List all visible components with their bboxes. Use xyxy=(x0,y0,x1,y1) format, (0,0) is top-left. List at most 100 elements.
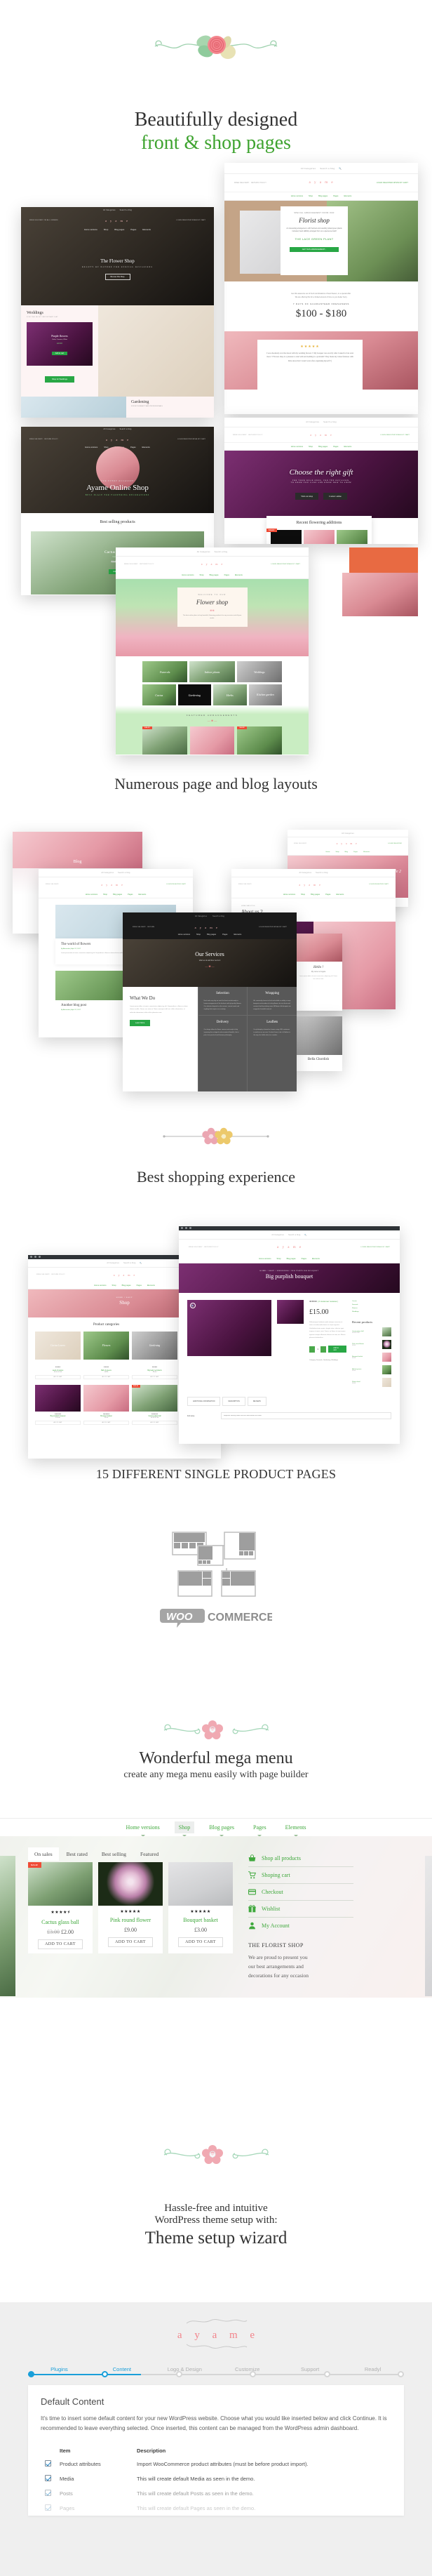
learn-more-button[interactable]: Learn More xyxy=(130,1020,151,1027)
product-tab-1[interactable]: DESCRIPTION xyxy=(222,1397,245,1407)
product-card[interactable]: SALE! ★★★★⯨ Cactus glass ball £3.00 £2.0… xyxy=(28,1862,93,1954)
mockup-person-card-2[interactable]: Bella Chordish xyxy=(295,1016,342,1071)
row-checkbox-media[interactable] xyxy=(45,2475,51,2481)
about-hello: Hello ! xyxy=(313,966,324,969)
mockup-person-card-1[interactable]: Hello ! My name is Angela Lorem ipsum do… xyxy=(295,934,342,1011)
megamenu-link-checkout[interactable]: Checkout xyxy=(248,1884,353,1901)
megamenu-nav-3[interactable]: Pages xyxy=(249,1821,271,1837)
megamenu-link-wishlist[interactable]: Wishlist xyxy=(248,1901,353,1918)
wizard-dot-ready[interactable] xyxy=(397,2371,404,2377)
front1-top-right: LOGIN REGISTER WISHLIST CART xyxy=(176,220,205,221)
wizard-dot-customize[interactable] xyxy=(250,2371,257,2377)
wizard-heading-line3: Theme setup wizard xyxy=(144,2228,288,2248)
product-card[interactable]: ★★★★★ Bouquet basket £3.00 ADD TO CART xyxy=(168,1862,233,1954)
add-to-cart-button[interactable]: ADD TO CART xyxy=(108,1937,153,1948)
svg-text:WOO: WOO xyxy=(166,1611,193,1623)
megamenu-right-photo-edge xyxy=(425,1856,432,1996)
front4-btn1[interactable]: Visit our shop xyxy=(295,492,319,500)
front4-btn2[interactable]: Contact online xyxy=(323,492,347,500)
row-checkbox-product-attributes[interactable] xyxy=(45,2460,51,2467)
product-tab-2[interactable]: REVIEWS xyxy=(247,1397,266,1407)
front4-script: Choose the right gift xyxy=(289,467,353,477)
user-icon xyxy=(249,1922,255,1930)
mockup-single-product[interactable]: All Categories Search a blog 🔍 FREE DELIVE… xyxy=(179,1226,400,1444)
front3-title: Ayame Online Shop xyxy=(86,484,149,493)
front2-cta[interactable]: GET THIS ARRANGEMENT ↓ xyxy=(289,247,339,253)
mockup-services-page[interactable]: All Categories Search a blog FREE DELIVE… xyxy=(123,912,297,1091)
front1-hero-button[interactable]: Browse The Shop xyxy=(104,273,130,280)
megamenu-link-shopping-cart[interactable]: Shoping cart xyxy=(248,1867,353,1884)
vine-flower-divider-ornament-2 xyxy=(163,2145,269,2164)
table-row[interactable]: Media This will create default Media as … xyxy=(41,2471,391,2486)
shop-cat-1[interactable]: Flowers xyxy=(83,1332,129,1360)
megamenu-nav-0[interactable]: Home versions xyxy=(122,1821,164,1837)
row-checkbox-pages[interactable] xyxy=(45,2504,51,2511)
services-title: Our Services xyxy=(195,951,224,957)
table-row[interactable]: Product attributes Import WooCommerce pr… xyxy=(41,2457,391,2471)
front1-block1-cta[interactable]: Shop for Weddings xyxy=(44,376,74,383)
product-add-to-cart[interactable]: Add to cart xyxy=(328,1346,346,1353)
front2-offer2: We are offering this for a limited amoun… xyxy=(295,296,348,298)
shop-cat-0[interactable]: Cactus Lovers xyxy=(35,1332,81,1360)
front1-block1-title: Weddings xyxy=(27,311,43,315)
row-desc-0: Import WooCommerce product attributes (m… xyxy=(137,2461,309,2467)
table-row[interactable]: Posts This will create default Posts as … xyxy=(41,2486,391,2501)
front5-cat-2[interactable]: Weddings xyxy=(237,661,282,682)
flower-rose-vine-ornament xyxy=(154,35,278,59)
table-row[interactable]: Pages This will create default Pages as … xyxy=(41,2501,391,2516)
megamenu-link-my-account[interactable]: My Account xyxy=(248,1918,353,1934)
add-to-cart-button[interactable]: ADD TO CART xyxy=(178,1937,223,1948)
about-hello-sub: My name is Angela xyxy=(311,971,326,973)
front5-cat-5[interactable]: Herbs xyxy=(213,684,247,705)
wizard-dot-logo-design[interactable] xyxy=(175,2371,182,2377)
product-reviews[interactable]: ( 2 customer reviews ) xyxy=(318,1300,339,1303)
megamenu-tab-on-sales[interactable]: On sales xyxy=(28,1847,59,1861)
row-checkbox-posts[interactable] xyxy=(45,2490,51,2496)
theme-showcase-page: Beautifully designed front & shop pages … xyxy=(0,0,432,2576)
megamenu-demo[interactable]: Home versions Shop Blog pages Pages Elem… xyxy=(0,1818,432,1998)
front5-cat-6[interactable]: Kitchen garden xyxy=(249,684,283,705)
mockup-front-page-1[interactable]: All Categories Search a blog FREE DELIVE… xyxy=(21,207,214,418)
megamenu-tab-featured[interactable]: Featured xyxy=(134,1847,165,1861)
megamenu-nav-4[interactable]: Elements xyxy=(281,1821,311,1837)
megamenu-link-shop-all[interactable]: Shop all products xyxy=(248,1850,353,1867)
product-categories: Category: Funerals, Gardening, Weddings xyxy=(309,1360,338,1362)
megamenu-nav-1[interactable]: Shop xyxy=(174,1821,195,1837)
front5-cat-3[interactable]: Cactus xyxy=(142,684,176,705)
megamenu-tablist[interactable]: On sales Best rated Best selling Feature… xyxy=(28,1847,238,1861)
front5-cat-0[interactable]: Funerals xyxy=(142,661,187,682)
row-desc-2: This will create default Posts as seen i… xyxy=(137,2490,254,2497)
recent-4-price: £9.00 xyxy=(352,1382,356,1384)
wizard-dot-plugins[interactable] xyxy=(28,2371,34,2377)
front1-product-meta: Violet, Carmine, White xyxy=(52,339,67,341)
front5-eyebrow: WELCOME TO OUR xyxy=(198,594,227,596)
mockup-front-page-4[interactable]: All Categories Search a blog FREE DELIVER… xyxy=(224,418,418,544)
front2-stars: ★★★★★ xyxy=(300,344,320,349)
wizard-dot-support[interactable] xyxy=(323,2371,330,2377)
row-item-2: Posts xyxy=(60,2490,73,2497)
add-to-cart-button[interactable]: ADD TO CART xyxy=(38,1939,83,1950)
product-name[interactable]: Pink round flower xyxy=(98,1917,163,1923)
card-icon xyxy=(248,1889,256,1895)
front5-body: The best online place to buy beautiful, … xyxy=(182,615,242,619)
front5-cat-1[interactable]: Indoor plants xyxy=(189,661,234,682)
front1-product-atc[interactable]: Add to cart xyxy=(51,352,68,356)
product-tab-0[interactable]: ADDITIONAL INFORMATION xyxy=(187,1397,221,1407)
megamenu-tab-best-rated[interactable]: Best rated xyxy=(60,1847,94,1861)
product-breadcrumb: HOME / SHOP / WEDDINGS / BIG PURPLISH BO… xyxy=(259,1270,319,1272)
mockup-front-page-2[interactable]: All Categories Search a blog 🔍 FREE DELI… xyxy=(224,163,418,414)
megamenu-navbar[interactable]: Home versions Shop Blog pages Pages Elem… xyxy=(0,1818,432,1837)
product-name[interactable]: Bouquet basket xyxy=(168,1917,233,1923)
front2-offer3: 7 DAYS OF GUARANTEED FRESHNESS xyxy=(292,302,350,305)
megamenu-links-column: Shop all products Shoping cart Checkout … xyxy=(248,1847,353,1998)
megamenu-nav-2[interactable]: Blog pages xyxy=(205,1821,238,1837)
front5-cat-4[interactable]: Gardening xyxy=(178,684,212,705)
product-fullname-input[interactable] xyxy=(221,1412,391,1420)
shop-cat-2[interactable]: Gardening xyxy=(132,1332,177,1360)
product-name[interactable]: Cactus glass ball xyxy=(28,1919,93,1925)
mockup-front-page-5[interactable]: All Categories Search a blog FREE DELIVER… xyxy=(116,547,309,755)
product-price: £15.00 xyxy=(309,1308,329,1316)
wizard-dot-content[interactable] xyxy=(102,2371,109,2377)
product-card[interactable]: ★★★★★ Pink round flower £9.00 ADD TO CAR… xyxy=(98,1862,163,1954)
megamenu-tab-best-selling[interactable]: Best selling xyxy=(95,1847,133,1861)
